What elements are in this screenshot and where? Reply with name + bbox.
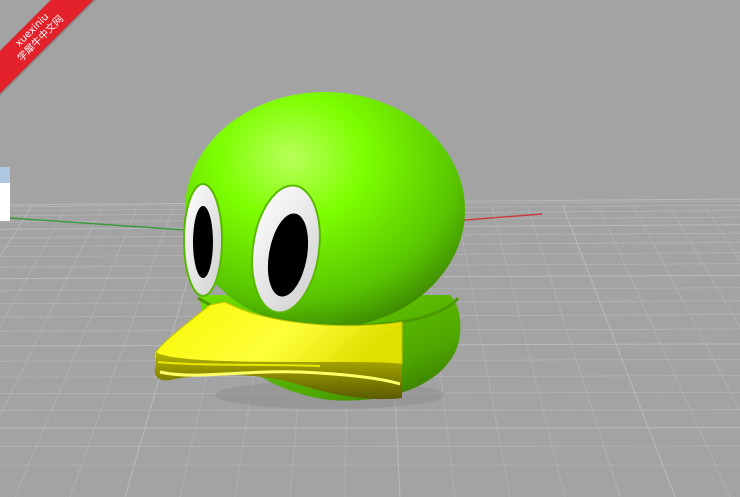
left-eye (183, 183, 223, 297)
grid-line (561, 204, 676, 497)
grid-line (491, 204, 566, 497)
duck-head-sphere (185, 92, 465, 328)
grid-line (526, 204, 621, 497)
scene-canvas[interactable] (0, 0, 740, 497)
grid-line (456, 204, 511, 497)
grid-line (668, 204, 740, 328)
panel-edge-tab[interactable] (0, 167, 10, 221)
perspective-viewport[interactable]: xuexiniu 学犀牛中文网 (0, 0, 740, 497)
grid-line (0, 427, 740, 429)
duck-head-model[interactable] (154, 92, 465, 409)
grid-line (0, 204, 33, 258)
grid-line (632, 204, 740, 412)
grid-line (0, 204, 104, 416)
grid-line (0, 409, 740, 411)
grid-line (14, 204, 139, 497)
grid-line (597, 204, 731, 497)
